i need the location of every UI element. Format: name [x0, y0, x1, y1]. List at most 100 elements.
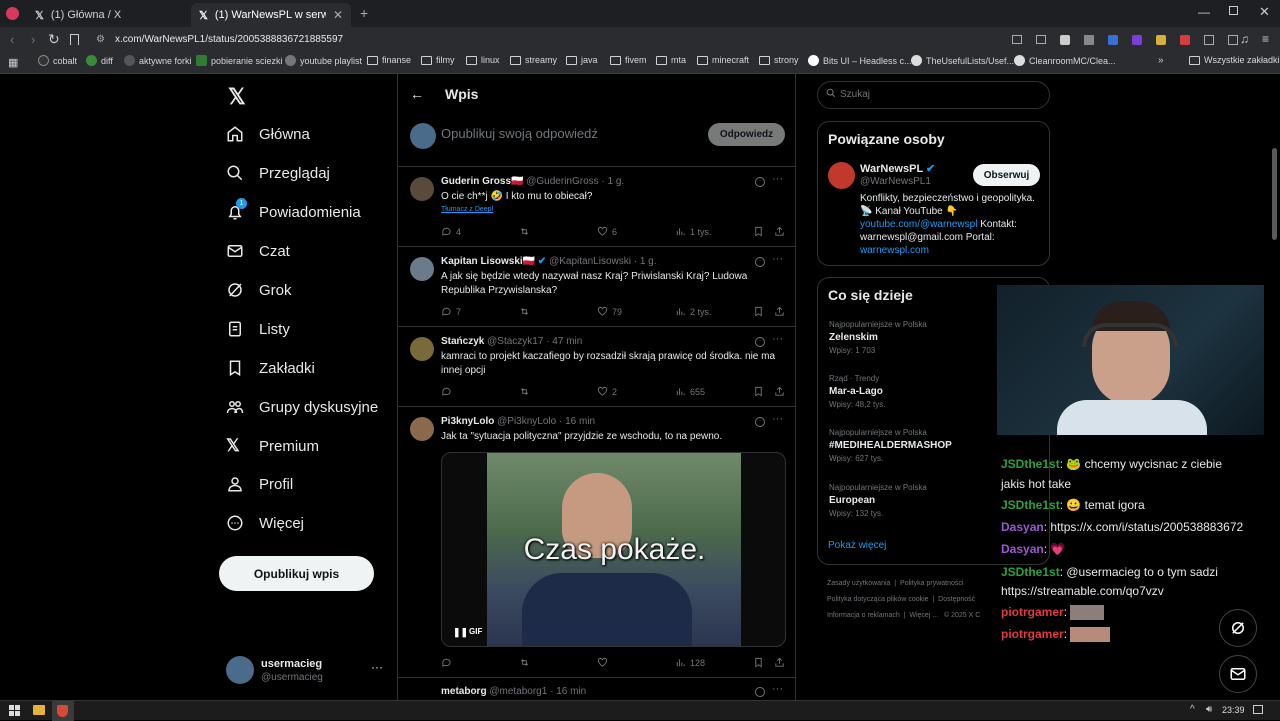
bookmark-folder[interactable]: streamy: [510, 55, 557, 65]
repost-action[interactable]: [519, 306, 530, 317]
repost-action[interactable]: [519, 226, 530, 237]
grok-icon[interactable]: [755, 257, 765, 267]
bookmark[interactable]: TheUsefulLists/Usef...: [911, 55, 1014, 66]
pause-icon[interactable]: ❚❚: [453, 627, 468, 638]
show-more-link[interactable]: Pokaż więcej: [828, 540, 886, 551]
sidebar-item-notifications[interactable]: 1 Powiadomienia: [226, 198, 361, 221]
new-tab-button[interactable]: +: [360, 5, 368, 21]
bookmark-folder[interactable]: finanse: [367, 55, 411, 65]
sidebar-item-grok[interactable]: Grok: [226, 281, 292, 299]
footer-link[interactable]: Zasady użytkowania: [827, 580, 890, 587]
more-icon[interactable]: ···: [772, 413, 783, 425]
follow-button[interactable]: Obserwuj: [973, 164, 1040, 186]
related-name[interactable]: WarNewsPL ✔: [860, 162, 935, 175]
footer-link[interactable]: Więcej ...: [909, 612, 938, 619]
like-action[interactable]: [597, 657, 612, 668]
volume-icon[interactable]: 🔊︎: [1206, 704, 1212, 715]
music-icon[interactable]: ♫: [1240, 32, 1249, 46]
extension-icon[interactable]: [1108, 35, 1118, 45]
reply-post[interactable]: Pi3knyLolo @Pi3knyLolo · 16 min ··· Jak …: [398, 407, 795, 678]
extension-icon[interactable]: [1156, 35, 1166, 45]
bookmark-page-icon[interactable]: [70, 34, 79, 45]
taskbar-browser-button[interactable]: [52, 701, 74, 721]
tray-chevron-icon[interactable]: ^: [1190, 704, 1195, 715]
bookmark[interactable]: cobalt: [38, 55, 77, 66]
reply-action[interactable]: [441, 657, 456, 668]
sidebar-item-lists[interactable]: Listy: [226, 320, 290, 338]
portal-link[interactable]: warnewspl.com: [860, 245, 929, 256]
grok-icon[interactable]: [755, 337, 765, 347]
bookmark[interactable]: youtube playlist: [285, 55, 362, 66]
reply-post[interactable]: Kapitan Lisowski🇵🇱 ✔ @KapitanLisowski · …: [398, 247, 795, 327]
notifications-icon[interactable]: [1253, 705, 1263, 714]
repost-action[interactable]: [519, 386, 530, 397]
trend-item[interactable]: Najpopularniejsze w Polska European Wpisy:…: [829, 481, 927, 520]
footer-link[interactable]: Informacja o reklamach: [827, 612, 900, 619]
translate-link[interactable]: Tłumacz z Deepl: [441, 206, 493, 213]
reply-input[interactable]: Opublikuj swoją odpowiedź: [441, 126, 598, 141]
views-action[interactable]: 1 tys.: [675, 226, 712, 237]
more-icon[interactable]: ···: [772, 683, 783, 695]
bookmark[interactable]: diff: [86, 55, 113, 66]
post-button[interactable]: Opublikuj wpis: [219, 556, 374, 591]
sidebar-item-premium[interactable]: 𝕏 Premium: [226, 436, 319, 456]
footer-link[interactable]: Dostępność: [938, 596, 975, 603]
restore-icon[interactable]: [1229, 6, 1238, 15]
close-window-icon[interactable]: ✕: [1259, 4, 1270, 20]
reply-post[interactable]: metaborg @metaborg1 · 16 min ···: [398, 678, 795, 700]
minimize-icon[interactable]: —: [1198, 5, 1210, 19]
sidebar-item-bookmarks[interactable]: Zakładki: [226, 359, 315, 377]
sidebar-item-explore[interactable]: Przeglądaj: [226, 164, 330, 182]
gif-media[interactable]: Czas pokaże. ❚❚ GIF: [441, 452, 786, 647]
puzzle-icon[interactable]: [1204, 35, 1214, 45]
trend-item[interactable]: Najpopularniejsze w Polska Zelenskim Wpisy…: [829, 318, 927, 357]
grok-icon[interactable]: [755, 177, 765, 187]
trend-item[interactable]: Rząd · Trendy Mar-a-Lago Wpisy: 48,2 tys.: [829, 372, 885, 411]
reply-button[interactable]: Odpowiedz: [708, 123, 785, 146]
more-icon[interactable]: ···: [772, 333, 783, 345]
extension-icon[interactable]: [1012, 35, 1022, 44]
reply-action[interactable]: [441, 386, 456, 397]
grok-float-button[interactable]: [1219, 609, 1257, 647]
sidebar-item-profile[interactable]: Profil: [226, 475, 293, 493]
bookmark-folder[interactable]: linux: [466, 55, 500, 65]
share-action[interactable]: [774, 386, 785, 397]
extension-icon[interactable]: [1180, 35, 1190, 45]
share-action[interactable]: [774, 657, 785, 668]
repost-action[interactable]: [519, 657, 530, 668]
views-action[interactable]: 128: [675, 657, 705, 668]
menu-icon[interactable]: ≡: [1262, 32, 1269, 46]
sidebar-item-communities[interactable]: Grupy dyskusyjne: [226, 398, 378, 416]
footer-link[interactable]: Polityka prywatności: [900, 580, 963, 587]
extension-icon[interactable]: [1132, 35, 1142, 45]
like-action[interactable]: 79: [597, 306, 622, 317]
bookmark-folder[interactable]: strony: [759, 55, 799, 65]
share-action[interactable]: [774, 226, 785, 237]
forward-icon[interactable]: ›: [31, 32, 35, 47]
scrollbar-thumb[interactable]: [1272, 148, 1277, 240]
bookmark-folder[interactable]: java: [566, 55, 598, 65]
more-icon[interactable]: ···: [371, 660, 383, 674]
youtube-link[interactable]: youtube.com/@warnewspl: [860, 219, 977, 230]
reload-icon[interactable]: ↻: [48, 31, 60, 48]
tab-active-post[interactable]: 𝕏 (1) WarNewsPL w serwisie X: „Pi... ✕: [191, 3, 351, 27]
reply-post[interactable]: Guderin Gross🇵🇱 @GuderinGross · 1 g. ···…: [398, 167, 795, 247]
bookmark-action[interactable]: [753, 226, 764, 237]
search-input[interactable]: Szukaj: [817, 81, 1050, 109]
sidebar-item-more[interactable]: Więcej: [226, 514, 304, 532]
bookmark[interactable]: Bits UI – Headless c...: [808, 55, 912, 66]
reply-post[interactable]: Stańczyk @Staczyk17 · 47 min ··· kamraci…: [398, 327, 795, 407]
site-info-icon[interactable]: ⚙: [96, 34, 105, 45]
footer-link[interactable]: Polityka dotycząca plików cookie: [827, 596, 929, 603]
bookmark-folder[interactable]: filmy: [421, 55, 455, 65]
share-action[interactable]: [774, 306, 785, 317]
extension-icon[interactable]: [1036, 35, 1046, 44]
reply-action[interactable]: 4: [441, 226, 461, 237]
url-field[interactable]: x.com/WarNewsPL1/status/2005388836721885…: [115, 34, 343, 45]
bookmark[interactable]: aktywne forki: [124, 55, 192, 66]
x-logo-icon[interactable]: 𝕏: [228, 84, 246, 110]
file-explorer-icon[interactable]: [33, 705, 45, 715]
more-icon[interactable]: ···: [772, 253, 783, 265]
views-action[interactable]: 655: [675, 386, 705, 397]
bookmark[interactable]: CleanroomMC/Clea...: [1014, 55, 1116, 66]
